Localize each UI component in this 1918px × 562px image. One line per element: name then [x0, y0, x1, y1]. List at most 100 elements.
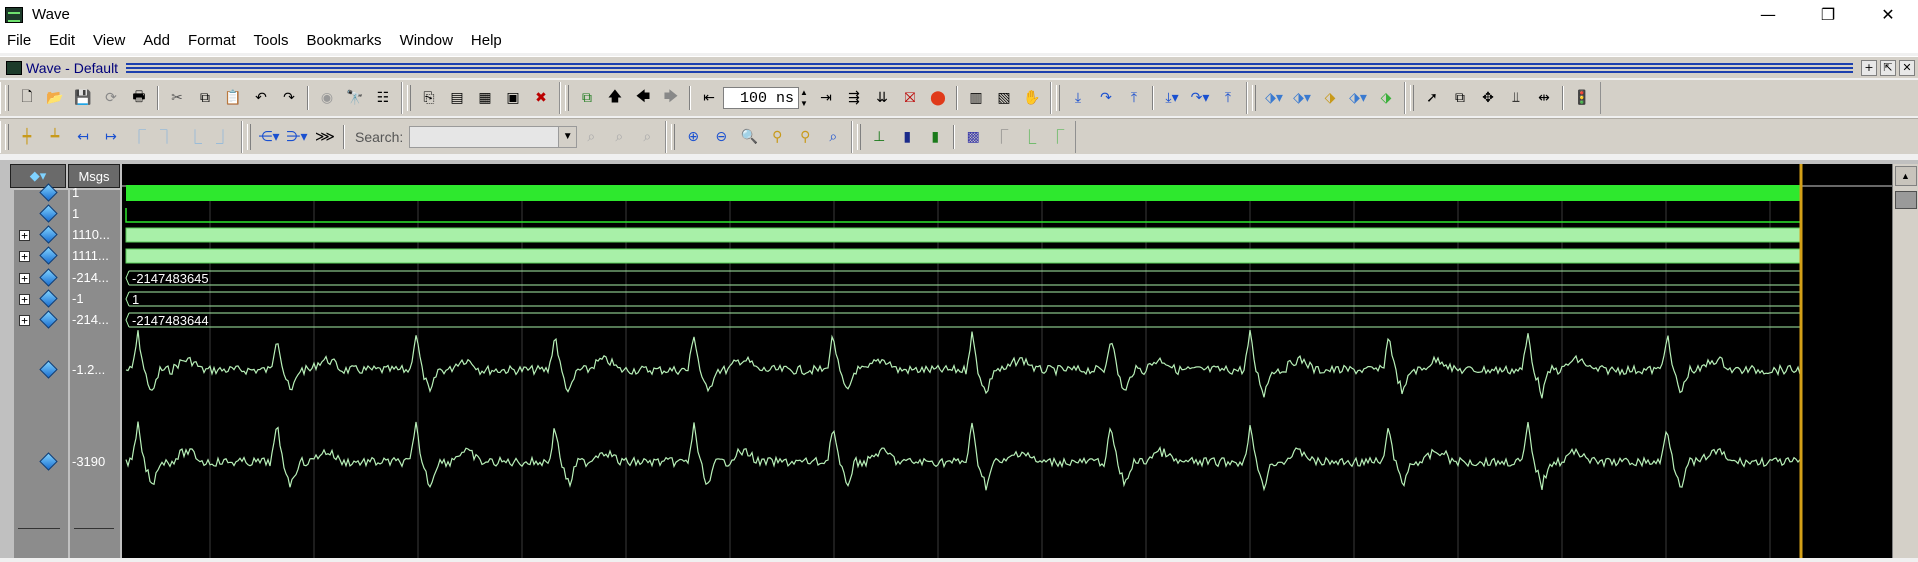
- redo-icon[interactable]: ↷: [278, 87, 300, 109]
- signal-row[interactable]: +: [14, 268, 68, 288]
- format-literal-icon[interactable]: ⊥: [868, 126, 890, 148]
- pane-undock-icon[interactable]: ⇱: [1880, 59, 1896, 76]
- search-clear-icon[interactable]: ⌕: [636, 126, 658, 148]
- chevron-down-icon[interactable]: ▼: [558, 126, 577, 147]
- find-prev-icon[interactable]: ⋲▾: [258, 126, 280, 148]
- checkpoint-icon[interactable]: ▧: [993, 87, 1015, 109]
- expand-icon[interactable]: +: [19, 294, 30, 305]
- toolbar-grip[interactable]: [5, 85, 9, 111]
- menu-bookmarks[interactable]: Bookmarks: [298, 29, 391, 53]
- signal-row[interactable]: [14, 360, 68, 380]
- search-options-icon[interactable]: ⋙: [314, 126, 336, 148]
- toolbar-grip[interactable]: [1056, 85, 1060, 111]
- step-into-dropdown-icon[interactable]: ⤓▾: [1161, 87, 1183, 109]
- scroll-up-icon[interactable]: ▲: [1894, 166, 1917, 186]
- open-folder-icon[interactable]: 📂: [44, 87, 66, 109]
- run-icon[interactable]: ⇥: [815, 87, 837, 109]
- close-button[interactable]: ✕: [1858, 0, 1918, 29]
- toolbar-grip[interactable]: [857, 123, 862, 150]
- menu-edit[interactable]: Edit: [40, 29, 84, 53]
- waveform-display[interactable]: -2147483645 1 -2147483644: [122, 164, 1892, 558]
- menu-view[interactable]: View: [84, 29, 134, 53]
- zoom-in-icon[interactable]: ⊕: [682, 126, 704, 148]
- pan-mode-icon[interactable]: ✥: [1477, 87, 1499, 109]
- zoom-last-icon[interactable]: ⌕: [822, 126, 844, 148]
- add-wave-icon[interactable]: ⬗▾: [1263, 87, 1285, 109]
- save-icon[interactable]: 💾: [72, 87, 94, 109]
- waveform-canvas[interactable]: -2147483645 1 -2147483644: [122, 164, 1892, 558]
- step-over-dropdown-icon[interactable]: ↷▾: [1189, 87, 1211, 109]
- format-analog-icon[interactable]: ▩: [962, 126, 984, 148]
- toolbar-grip[interactable]: [5, 123, 9, 150]
- goto-icon[interactable]: ⧉: [576, 87, 598, 109]
- expand-icon[interactable]: +: [19, 230, 30, 241]
- find-next-icon[interactable]: ⋺▾: [286, 126, 308, 148]
- prev-rising-icon[interactable]: ⎿: [184, 126, 206, 148]
- expand-icon[interactable]: +: [19, 273, 30, 284]
- signal-row[interactable]: [14, 183, 68, 203]
- copy-icon[interactable]: ⧉: [194, 87, 216, 109]
- step-out-icon[interactable]: ⤒: [1123, 87, 1145, 109]
- compile-all-icon[interactable]: ▤: [446, 87, 468, 109]
- format-logic-icon[interactable]: ▮: [896, 126, 918, 148]
- pane-dock-icon[interactable]: +: [1861, 59, 1877, 76]
- expand-icon[interactable]: +: [19, 315, 30, 326]
- zoom-out-icon[interactable]: ⊖: [710, 126, 732, 148]
- paste-icon[interactable]: 📋: [222, 87, 244, 109]
- help-icon[interactable]: ◉: [316, 87, 338, 109]
- format-event-icon[interactable]: ▮: [924, 126, 946, 148]
- up-arrow-icon[interactable]: 🡅: [604, 87, 626, 109]
- zoom-mode-icon[interactable]: ⧉: [1449, 87, 1471, 109]
- search-back-icon[interactable]: ⌕: [580, 126, 602, 148]
- minimize-button[interactable]: —: [1738, 0, 1798, 29]
- select-mode-icon[interactable]: ➚: [1421, 87, 1443, 109]
- delete-cursor-icon[interactable]: ┷: [44, 126, 66, 148]
- hand-icon[interactable]: ✋: [1021, 87, 1043, 109]
- add-list-icon[interactable]: ⬗: [1319, 87, 1341, 109]
- insert-cursor-icon[interactable]: ┿: [16, 126, 38, 148]
- stoplight-icon[interactable]: 🚦: [1571, 87, 1593, 109]
- back-arrow-icon[interactable]: 🡄: [632, 87, 654, 109]
- run-all-icon[interactable]: ⇊: [871, 87, 893, 109]
- search-forward-icon[interactable]: ⌕: [608, 126, 630, 148]
- scroll-thumb[interactable]: [1894, 191, 1917, 209]
- menu-add[interactable]: Add: [134, 29, 179, 53]
- add-dataflow-icon[interactable]: ⬗▾: [1291, 87, 1313, 109]
- compile-icon[interactable]: ⎘: [418, 87, 440, 109]
- continue-icon[interactable]: ⇶: [843, 87, 865, 109]
- step-out-all-icon[interactable]: ⤒: [1217, 87, 1239, 109]
- reload-icon[interactable]: ⟳: [100, 87, 122, 109]
- prev-falling-icon[interactable]: ⎾: [128, 126, 150, 148]
- cut-icon[interactable]: ✂: [166, 87, 188, 109]
- run-length-input[interactable]: 100 ns: [723, 87, 799, 109]
- edge-falling-icon[interactable]: ⎿: [1018, 126, 1040, 148]
- menu-help[interactable]: Help: [462, 29, 511, 53]
- undo-icon[interactable]: ↶: [250, 87, 272, 109]
- step-into-icon[interactable]: ⤓: [1067, 87, 1089, 109]
- break-icon[interactable]: ✖: [530, 87, 552, 109]
- stretch-mode-icon[interactable]: ⇹: [1533, 87, 1555, 109]
- compile-options-icon[interactable]: ▦: [474, 87, 496, 109]
- list-icon[interactable]: ☷: [372, 87, 394, 109]
- break-sim-icon[interactable]: ⛝: [899, 87, 921, 109]
- find-icon[interactable]: 🔭: [344, 87, 366, 109]
- menu-tools[interactable]: Tools: [245, 29, 298, 53]
- search-input[interactable]: ▼: [409, 125, 578, 148]
- run-length-stepper[interactable]: ▲ ▼: [800, 87, 812, 109]
- simulate-icon[interactable]: ▣: [502, 87, 524, 109]
- print-icon[interactable]: 🖶: [128, 87, 150, 109]
- edge-rising-icon[interactable]: ⎾: [990, 126, 1012, 148]
- signal-row[interactable]: [14, 204, 68, 224]
- toolbar-grip[interactable]: [1410, 85, 1414, 111]
- toolbar-grip[interactable]: [1252, 85, 1256, 111]
- edit-mode-icon[interactable]: ⫫: [1505, 87, 1527, 109]
- menu-file[interactable]: File: [0, 29, 40, 53]
- zoom-full-icon[interactable]: 🔍: [738, 126, 760, 148]
- toolbar-grip[interactable]: [565, 85, 569, 111]
- next-falling-icon[interactable]: ⏋: [156, 126, 178, 148]
- signal-row[interactable]: +: [14, 310, 68, 330]
- menu-format[interactable]: Format: [179, 29, 245, 53]
- toolbar-grip[interactable]: [671, 123, 676, 150]
- toolbar-grip[interactable]: [407, 85, 411, 111]
- signal-row[interactable]: +: [14, 225, 68, 245]
